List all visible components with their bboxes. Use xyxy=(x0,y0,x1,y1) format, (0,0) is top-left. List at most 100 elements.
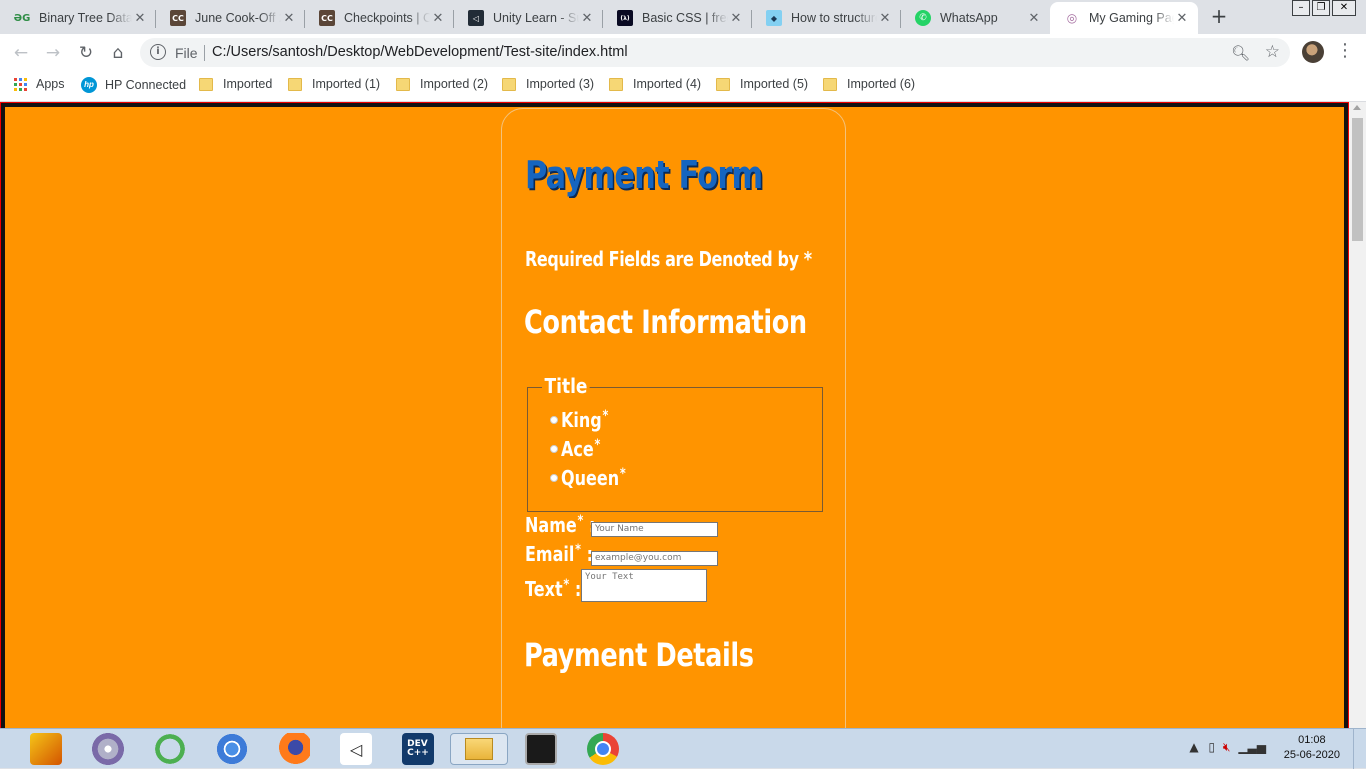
folder-icon xyxy=(609,77,623,91)
bookmark-folder[interactable]: Imported (4) xyxy=(609,77,701,91)
zoom-icon[interactable]: 🔍︎ xyxy=(1231,44,1250,62)
volume-muted-icon[interactable]: 🔇︎ xyxy=(1223,740,1231,754)
gfg-icon: ƏG xyxy=(13,12,31,24)
tab-title: How to structure a web form xyxy=(791,11,877,25)
dvd-icon[interactable] xyxy=(92,733,124,765)
reload-button[interactable]: ↻ xyxy=(75,42,97,64)
taskbar-clock[interactable]: 01:08 25-06-2020 xyxy=(1284,733,1340,763)
goku-icon[interactable] xyxy=(30,733,62,765)
radio-queen[interactable]: Queen* xyxy=(550,466,642,490)
tab-june-cookoff[interactable]: CC June Cook-Off 2020 ✕ xyxy=(156,2,305,34)
close-icon[interactable]: ✕ xyxy=(281,11,297,26)
text-area[interactable]: Your Text xyxy=(581,569,707,602)
unity-icon: ◁ xyxy=(468,10,484,26)
info-icon[interactable]: i xyxy=(150,44,166,60)
tab-title: My Gaming Page xyxy=(1089,11,1174,25)
close-icon[interactable]: ✕ xyxy=(579,11,595,26)
tab-web-form[interactable]: ◆ How to structure a web form ✕ xyxy=(752,2,901,34)
close-icon[interactable]: ✕ xyxy=(132,11,148,26)
apps-icon xyxy=(14,77,27,91)
tab-title: Unity Learn - Supported xyxy=(493,11,579,25)
close-icon[interactable]: ✕ xyxy=(728,11,744,26)
radio-king[interactable]: King* xyxy=(550,408,620,432)
chrome-icon[interactable] xyxy=(587,733,619,765)
bookmark-label: Imported (3) xyxy=(526,77,595,91)
bookmark-folder[interactable]: Imported (5) xyxy=(716,77,808,91)
email-field[interactable]: example@you.com xyxy=(591,551,718,566)
bookmark-hp-connected[interactable]: hp HP Connected xyxy=(81,77,186,93)
address-bar[interactable]: i File C:/Users/santosh/Desktop/WebDevel… xyxy=(140,38,1290,67)
folder-icon xyxy=(288,77,302,91)
tab-unity-learn[interactable]: ◁ Unity Learn - Supported ✕ xyxy=(454,2,603,34)
page-viewport: Payment Form Required Fields are Denoted… xyxy=(0,102,1366,728)
required-marker: * xyxy=(577,513,584,529)
system-tray[interactable]: ▲ ▯ 🔇︎ ▁▃▅ xyxy=(1189,740,1266,755)
minimize-button[interactable]: – xyxy=(1292,0,1310,16)
bookmark-folder[interactable]: Imported (2) xyxy=(396,77,488,91)
tab-whatsapp[interactable]: ✆ WhatsApp ✕ xyxy=(901,2,1050,34)
radio-button[interactable] xyxy=(550,474,558,482)
browser-toolbar: ← → ↻ ⌂ i File C:/Users/santosh/Desktop/… xyxy=(0,34,1366,71)
firefox-icon[interactable] xyxy=(278,733,310,765)
unity-icon[interactable]: ◁ xyxy=(340,733,372,765)
radio-button[interactable] xyxy=(550,445,558,453)
bookmark-star-icon[interactable]: ☆ xyxy=(1265,42,1280,62)
name-field[interactable]: Your Name xyxy=(591,522,718,537)
new-tab-button[interactable]: + xyxy=(1208,6,1230,28)
scroll-thumb[interactable] xyxy=(1352,118,1363,241)
tab-checkpoints[interactable]: CC Checkpoints | CodeChef ✕ xyxy=(305,2,454,34)
payment-heading: Payment Details xyxy=(524,636,754,674)
battery-icon[interactable]: ▯ xyxy=(1208,740,1215,754)
close-window-button[interactable]: ✕ xyxy=(1332,0,1356,16)
forward-button[interactable]: → xyxy=(42,42,64,64)
title-legend: Title xyxy=(542,374,591,398)
chrome-menu-icon[interactable]: ⋮ xyxy=(1336,40,1354,62)
page-scrollbar[interactable] xyxy=(1349,102,1366,728)
bookmark-label: Imported (1) xyxy=(312,77,381,91)
tab-title: Checkpoints | CodeChef xyxy=(344,11,430,25)
restore-button[interactable]: ❐ xyxy=(1312,0,1330,16)
home-button[interactable]: ⌂ xyxy=(107,42,129,64)
folder-icon xyxy=(716,77,730,91)
tab-title: Basic CSS | freeCodeCamp xyxy=(642,11,728,25)
devcpp-icon[interactable]: DEV C++ xyxy=(402,733,434,765)
folder-icon xyxy=(199,77,213,91)
bookmark-folder[interactable]: Imported (6) xyxy=(823,77,915,91)
email-label: Email xyxy=(525,542,575,566)
profile-avatar[interactable] xyxy=(1302,41,1324,63)
bookmark-label: Imported xyxy=(223,77,273,91)
file-explorer-icon[interactable] xyxy=(450,733,508,765)
tab-my-gaming-page[interactable]: ◎ My Gaming Page ✕ xyxy=(1050,2,1198,34)
bookmark-folder[interactable]: Imported xyxy=(199,77,272,91)
tab-title: June Cook-Off 2020 xyxy=(195,11,281,25)
tab-basic-css[interactable]: (λ) Basic CSS | freeCodeCamp ✕ xyxy=(603,2,752,34)
close-icon[interactable]: ✕ xyxy=(1026,11,1042,26)
tab-binary-tree[interactable]: ƏG Binary Tree Data Structure ✕ xyxy=(0,2,156,34)
window-controls: – ❐ ✕ xyxy=(1290,0,1356,16)
bookmark-folder[interactable]: Imported (1) xyxy=(288,77,380,91)
bookmark-label: Imported (5) xyxy=(740,77,809,91)
update-icon[interactable] xyxy=(154,733,186,765)
network-icon[interactable]: ▁▃▅ xyxy=(1238,740,1266,754)
close-icon[interactable]: ✕ xyxy=(430,11,446,26)
folder-icon xyxy=(396,77,410,91)
terminal-icon[interactable] xyxy=(525,733,557,765)
bookmarks-bar: Apps hp HP Connected Imported Imported (… xyxy=(0,71,1366,102)
chromium-icon[interactable] xyxy=(216,733,248,765)
scroll-up-arrow[interactable] xyxy=(1353,105,1361,110)
bookmark-label: HP Connected xyxy=(105,78,187,92)
show-desktop-button[interactable] xyxy=(1353,729,1366,769)
show-hidden-icons-icon[interactable]: ▲ xyxy=(1189,740,1198,754)
bookmark-apps[interactable]: Apps xyxy=(14,77,65,91)
radio-ace[interactable]: Ace* xyxy=(550,437,610,461)
bookmark-label: Imported (2) xyxy=(420,77,489,91)
folder-icon xyxy=(502,77,516,91)
back-button[interactable]: ← xyxy=(10,42,32,64)
clock-date: 25-06-2020 xyxy=(1283,749,1340,761)
close-icon[interactable]: ✕ xyxy=(1174,11,1190,26)
radio-button[interactable] xyxy=(550,416,558,424)
bookmark-folder[interactable]: Imported (3) xyxy=(502,77,594,91)
required-marker: * xyxy=(619,466,626,482)
close-icon[interactable]: ✕ xyxy=(877,11,893,26)
url-text[interactable]: C:/Users/santosh/Desktop/WebDevelopment/… xyxy=(212,44,628,60)
